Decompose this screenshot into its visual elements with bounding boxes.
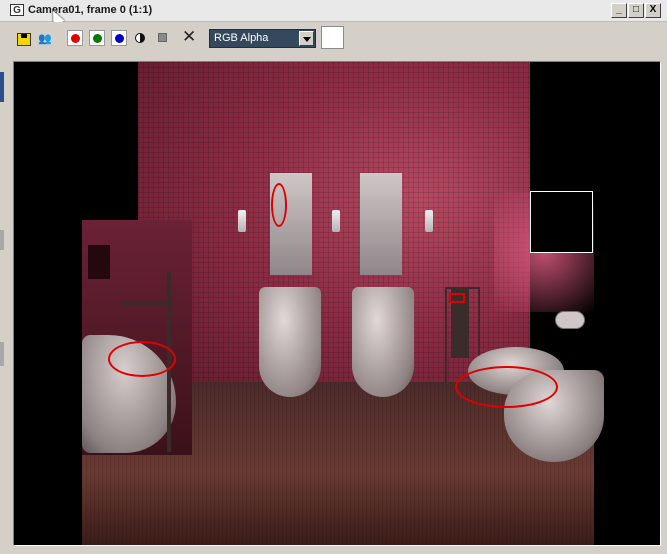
- minimize-button[interactable]: _: [611, 3, 627, 18]
- annotation-rectangle: [449, 293, 465, 303]
- render-basin: [352, 287, 414, 397]
- side-panel-edge: [0, 230, 4, 250]
- render-faucet-arm: [121, 302, 171, 305]
- clone-window-icon[interactable]: 👥: [38, 32, 56, 50]
- monochrome-toggle-icon[interactable]: [135, 33, 145, 43]
- close-button[interactable]: X: [645, 3, 661, 18]
- channel-display-value: RGB Alpha: [214, 32, 269, 44]
- side-panel-edge: [0, 342, 4, 366]
- red-channel-icon: [71, 34, 80, 43]
- app-icon: G: [10, 4, 24, 16]
- chevron-down-icon[interactable]: [299, 31, 314, 46]
- blue-channel-toggle[interactable]: [111, 30, 127, 46]
- render-paper-roll: [555, 311, 585, 329]
- color-swatch[interactable]: [321, 26, 344, 49]
- maximize-button[interactable]: □: [628, 3, 644, 18]
- green-channel-icon: [93, 34, 102, 43]
- render-basin: [259, 287, 321, 397]
- save-image-icon[interactable]: [17, 33, 31, 46]
- region-selection-box[interactable]: [530, 191, 593, 253]
- alpha-channel-icon[interactable]: [158, 33, 167, 42]
- rendered-image-viewport[interactable]: [13, 61, 661, 546]
- title-bar: G Camera01, frame 0 (1:1) _ □ X: [0, 0, 667, 22]
- render-sconce: [238, 210, 246, 232]
- side-panel-edge: [0, 72, 4, 102]
- clear-icon[interactable]: ✕: [182, 27, 196, 47]
- annotation-circle: [271, 183, 287, 227]
- red-channel-toggle[interactable]: [67, 30, 83, 46]
- annotation-circle: [455, 366, 558, 408]
- render-niche: [88, 245, 110, 279]
- annotation-circle: [108, 341, 176, 377]
- render-sconce: [332, 210, 340, 232]
- render-sconce: [425, 210, 433, 232]
- channel-display-select[interactable]: RGB Alpha: [209, 29, 316, 48]
- green-channel-toggle[interactable]: [89, 30, 105, 46]
- window-title: Camera01, frame 0 (1:1): [28, 4, 153, 16]
- render-mirror: [360, 173, 402, 275]
- blue-channel-icon: [115, 34, 124, 43]
